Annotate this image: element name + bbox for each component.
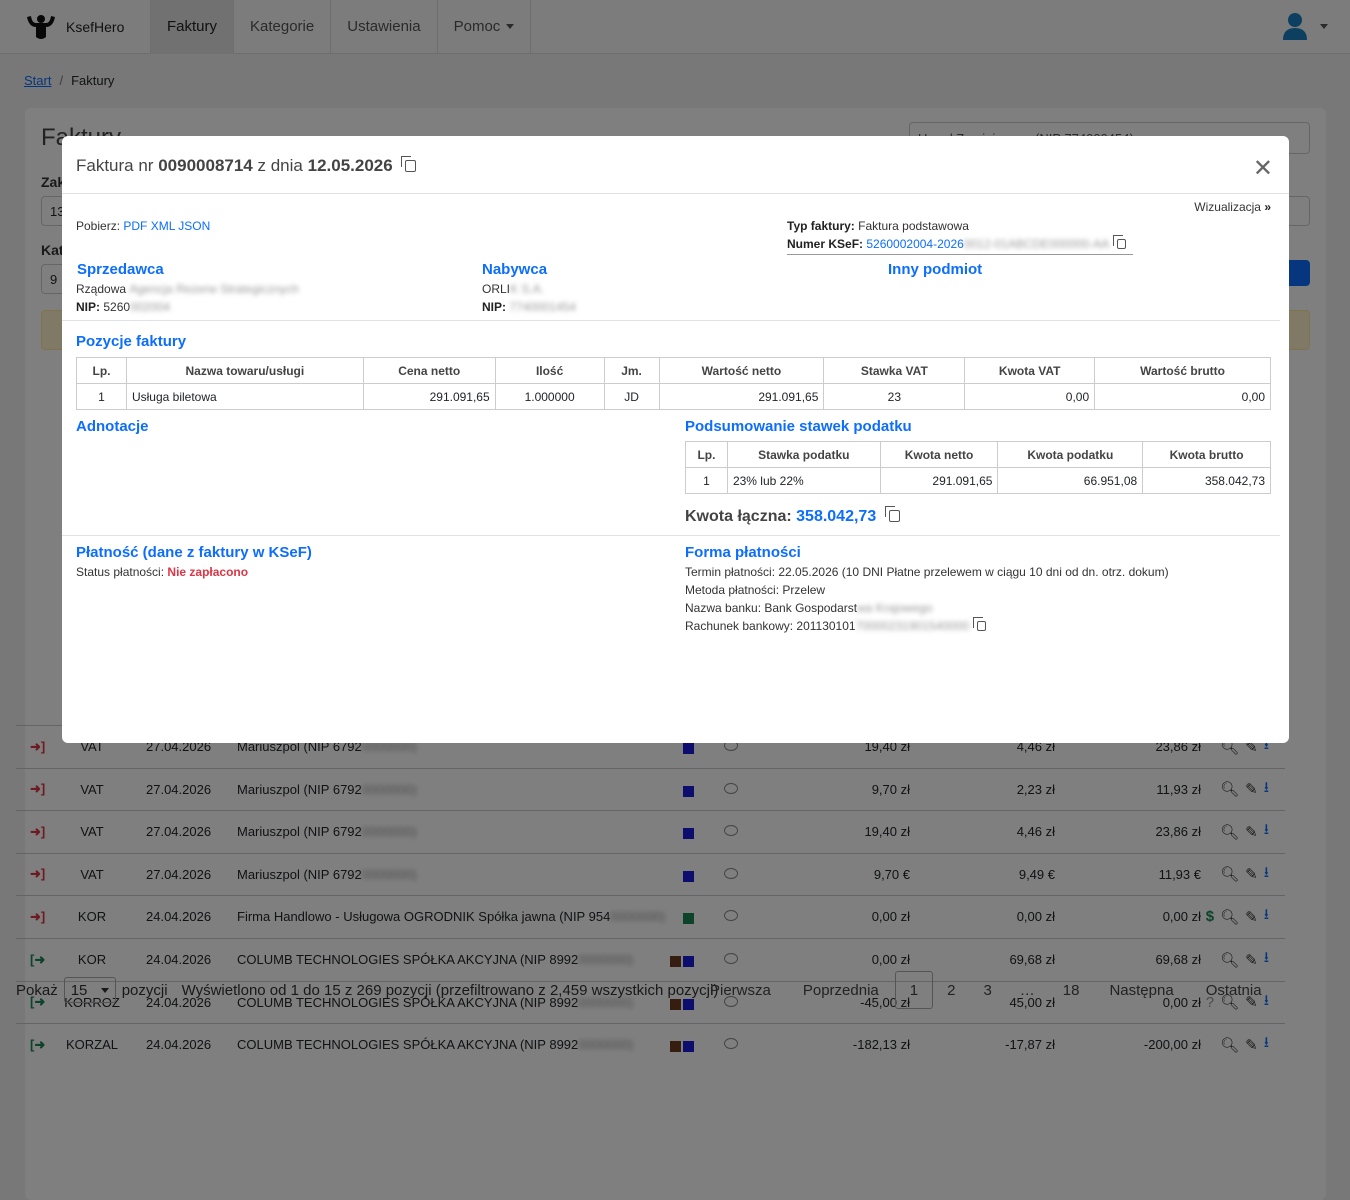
tax-td: 291.091,65 — [879, 467, 999, 494]
seller-nip-label: NIP: — [76, 300, 100, 314]
payment-title: Płatność (dane z faktury w KSeF) — [76, 544, 312, 561]
invoice-type: Typ faktury: Faktura podstawowa — [787, 219, 969, 233]
visualization-label: Wizualizacja — [1194, 200, 1261, 214]
buyer-name: ORLIK S.A. — [482, 282, 544, 296]
divider — [62, 535, 1280, 536]
items-table: Lp. Nazwa towaru/usługi Cena netto Ilość… — [76, 357, 1271, 410]
copy-icon[interactable] — [973, 617, 987, 631]
close-icon[interactable]: ✕ — [1253, 154, 1273, 183]
other-entity-title: Inny podmiot — [888, 261, 983, 278]
items-td: Usługa biletowa — [125, 383, 364, 410]
tax-td: 358.042,73 — [1142, 467, 1271, 494]
download-label: Pobierz: — [76, 219, 121, 233]
buyer-name-text: ORLI — [482, 282, 511, 296]
items-td: 0,00 — [1094, 383, 1271, 410]
items-td: 23 — [823, 383, 966, 410]
modal-header: Faktura nr 0090008714 z dnia 12.05.2026 … — [62, 136, 1289, 194]
bank-account-text: Rachunek bankowy: 201130101 — [685, 619, 856, 633]
ksef-label: Numer KSeF: — [787, 237, 864, 251]
seller-nip-value: 5260 — [103, 300, 131, 314]
invoice-modal: Faktura nr 0090008714 z dnia 12.05.2026 … — [62, 136, 1289, 743]
bank-name-redacted: wa Krajowego — [857, 601, 933, 615]
items-th: Lp. — [76, 357, 127, 384]
items-th: Nazwa towaru/usługi — [125, 357, 364, 384]
invoice-date: 12.05.2026 — [307, 156, 393, 175]
bank-name-text: Nazwa banku: Bank Gospodarst — [685, 601, 858, 615]
tax-summary-title: Podsumowanie stawek podatku — [685, 418, 912, 435]
modal-title-prefix: Faktura nr — [76, 156, 154, 175]
tax-td: 1 — [685, 467, 728, 494]
seller-title: Sprzedawca — [77, 261, 164, 278]
download-json[interactable]: JSON — [178, 219, 210, 233]
tax-th: Lp. — [685, 441, 728, 468]
payment-form-title: Forma płatności — [685, 544, 801, 561]
ksef-number: Numer KSeF: 5260002004-20260012-01ABCDE0… — [787, 235, 1133, 255]
buyer-nip-redacted: 7740001454 — [509, 300, 577, 314]
total-value: 358.042,73 — [796, 508, 877, 525]
tax-row: 1 23% lub 22% 291.091,65 66.951,08 358.0… — [685, 467, 1271, 494]
copy-icon[interactable] — [401, 156, 417, 172]
copy-icon[interactable] — [884, 506, 900, 522]
bank-account: Rachunek bankowy: 2011301017000023190154… — [685, 617, 987, 633]
tax-td: 66.951,08 — [997, 467, 1144, 494]
items-td: 1 — [76, 383, 127, 410]
double-chevron-right-icon: » — [1264, 200, 1271, 214]
items-td: 291.091,65 — [362, 383, 496, 410]
buyer-name-redacted: K S.A. — [510, 282, 545, 296]
total-label: Kwota łączna: — [685, 508, 792, 525]
items-title: Pozycje faktury — [76, 333, 187, 350]
items-header-row: Lp. Nazwa towaru/usługi Cena netto Ilość… — [76, 357, 1271, 384]
items-td: 1.000000 — [494, 383, 605, 410]
ksef-redacted: 0012-01ABCDE000000-AA — [963, 237, 1110, 251]
modal-title: Faktura nr 0090008714 z dnia 12.05.2026 — [76, 156, 417, 176]
items-th: Ilość — [494, 357, 605, 384]
payment-status: Status płatności: Nie zapłacono — [76, 565, 248, 579]
payment-method: Metoda płatności: Przelew — [685, 583, 826, 597]
seller-name-redacted: Agencja Rezerw Strategicznych — [129, 282, 299, 296]
items-td: JD — [603, 383, 660, 410]
tax-header-row: Lp. Stawka podatku Kwota netto Kwota pod… — [685, 441, 1271, 468]
bank-name: Nazwa banku: Bank Gospodarstwa Krajowego — [685, 601, 932, 615]
bank-account-redacted: 70000231901540000 — [855, 619, 970, 633]
seller-nip: NIP: 5260002004 — [76, 300, 170, 314]
total-amount: Kwota łączna: 358.042,73 — [685, 506, 900, 526]
invoice-type-label: Typ faktury: — [787, 219, 855, 233]
items-td: 0,00 — [964, 383, 1096, 410]
items-th: Wartość brutto — [1094, 357, 1271, 384]
tax-td: 23% lub 22% — [726, 467, 881, 494]
annotations-title: Adnotacje — [76, 418, 149, 435]
items-th: Wartość netto — [658, 357, 825, 384]
buyer-title: Nabywca — [482, 261, 548, 278]
items-td: 291.091,65 — [658, 383, 825, 410]
items-row: 1 Usługa biletowa 291.091,65 1.000000 JD… — [76, 383, 1271, 410]
seller-name-text: Rządowa — [76, 282, 127, 296]
copy-icon[interactable] — [1113, 235, 1127, 249]
divider — [62, 320, 1280, 321]
tax-th: Kwota brutto — [1142, 441, 1271, 468]
seller-nip-redacted: 002004 — [130, 300, 171, 314]
payment-status-value: Nie zapłacono — [167, 565, 249, 579]
ksef-value[interactable]: 5260002004-2026 — [866, 237, 963, 251]
items-th: Jm. — [603, 357, 660, 384]
tax-th: Stawka podatku — [726, 441, 881, 468]
payment-status-label: Status płatności: — [76, 565, 165, 579]
buyer-nip-label: NIP: — [482, 300, 506, 314]
items-th: Cena netto — [362, 357, 496, 384]
download-row: Pobierz: PDF XML JSON — [76, 219, 210, 233]
tax-summary-table: Lp. Stawka podatku Kwota netto Kwota pod… — [685, 441, 1271, 494]
buyer-nip: NIP: 7740001454 — [482, 300, 576, 314]
modal-title-mid: z dnia — [257, 156, 303, 175]
invoice-type-value: Faktura podstawowa — [858, 219, 969, 233]
visualization-link[interactable]: Wizualizacja » — [1194, 200, 1271, 214]
seller-name: Rządowa Agencja Rezerw Strategicznych — [76, 282, 299, 296]
invoice-number: 0090008714 — [158, 156, 253, 175]
tax-th: Kwota netto — [879, 441, 999, 468]
download-pdf[interactable]: PDF — [123, 219, 147, 233]
payment-term: Termin płatności: 22.05.2026 (10 DNI Pła… — [685, 565, 1169, 579]
tax-th: Kwota podatku — [997, 441, 1144, 468]
items-th: Stawka VAT — [823, 357, 966, 384]
download-xml[interactable]: XML — [151, 219, 175, 233]
items-th: Kwota VAT — [964, 357, 1096, 384]
